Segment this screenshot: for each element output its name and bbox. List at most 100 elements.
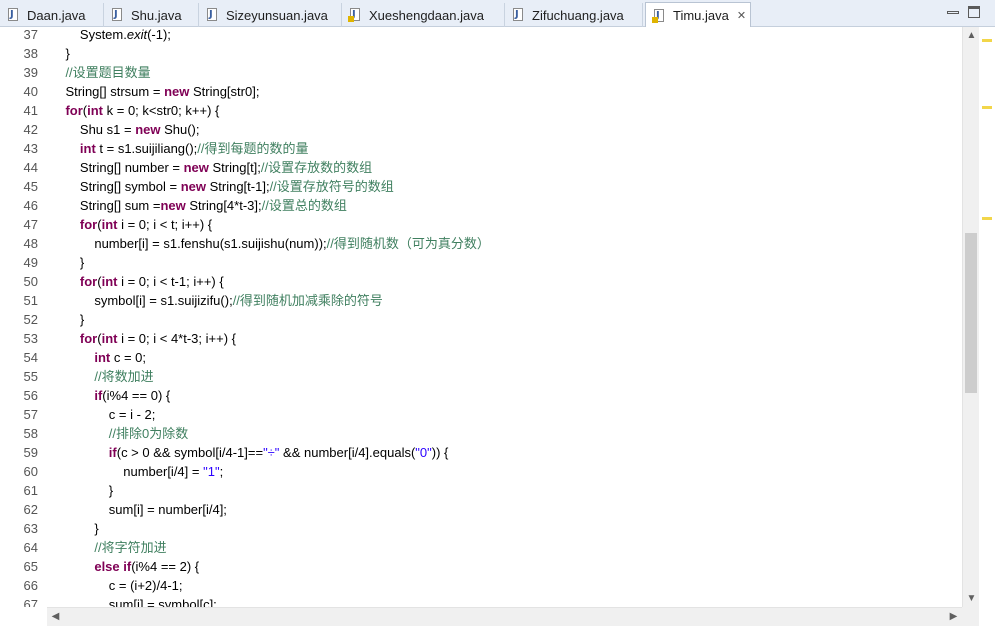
code-token: (i%4 == 0) { [102,388,171,403]
code-text: for(int i = 0; i < t; i++) { [51,215,212,234]
code-text: //排除0为除数 [51,424,188,443]
tab-daan[interactable]: J Daan.java [0,3,104,27]
code-token: //得到每题的数的量 [197,141,309,156]
code-token: int [51,350,111,365]
code-text: int t = s1.suijiliang();//得到每题的数的量 [51,139,309,158]
close-icon[interactable]: ✕ [737,9,746,22]
code-text: number[i] = s1.fenshu(s1.suijishu(num));… [51,234,490,253]
code-token: t = s1.suijiliang(); [95,141,198,156]
tab-timu[interactable]: J Timu.java ✕ [645,2,751,28]
line-number: 37 [23,27,38,42]
line-number: 51 [23,293,38,308]
code-token: //设置存放数的数组 [260,160,373,175]
tab-label: Sizeyunsuan.java [226,7,328,23]
code-token: sum[i] = symbol[c]; [51,597,217,607]
code-text: for(int i = 0; i < t-1; i++) { [51,272,224,291]
code-token: k = 0; k<str0; k++) { [103,103,220,118]
code-token: //得到随机加减乘除的符号 [232,293,383,308]
code-token: else if [51,559,132,574]
code-text: symbol[i] = s1.suijizifu();//得到随机加减乘除的符号 [51,291,383,310]
line-number: 38 [23,46,38,61]
scroll-up-icon[interactable]: ▲ [963,27,980,44]
line-number: 65 [23,559,38,574]
minimize-icon[interactable] [947,11,959,14]
code-token: new [164,84,190,99]
code-token: ; [219,464,224,479]
tab-shu[interactable]: J Shu.java [104,3,199,27]
code-token: sum[i] = number[i/4]; [51,502,227,517]
code-token: //排除0为除数 [51,426,189,441]
code-text: //将数加进 [51,367,154,386]
code-token: Shu s1 = [51,122,136,137]
code-text: } [51,481,113,500]
code-text: c = i - 2; [51,405,156,424]
overview-ruler [979,27,995,626]
code-token: Shu(); [160,122,200,137]
line-number: 50 [23,274,38,289]
code-token: symbol[i] = s1.suijizifu(); [51,293,233,308]
horizontal-scrollbar[interactable]: ◀ ▶ [47,607,962,626]
line-number: 53 [23,331,38,346]
code-text: for(int i = 0; i < 4*t-3; i++) { [51,329,236,348]
tab-sizeyunsuan[interactable]: J Sizeyunsuan.java [199,3,342,27]
line-number: 49 [23,255,38,270]
line-number: 58 [23,426,38,441]
java-file-icon: J [652,8,666,23]
vertical-scrollbar[interactable]: ▲ ▼ [962,27,979,607]
java-file-icon: J [207,8,219,22]
tab-label: Zifuchuang.java [532,7,624,23]
line-number: 67 [23,597,38,607]
code-text: String[] sum =new String[4*t-3];//设置总的数组 [51,196,347,215]
line-number: 46 [23,198,38,213]
code-token: i = 0; i < 4*t-3; i++) { [117,331,236,346]
code-text: sum[i] = symbol[c]; [51,595,217,607]
code-text: number[i/4] = "1"; [51,462,223,481]
code-token: //将数加进 [51,369,154,384]
line-number: 56 [23,388,38,403]
code-token: c = (i+2)/4-1; [51,578,183,593]
code-token: c = i - 2; [51,407,156,422]
maximize-icon[interactable] [968,6,980,18]
warning-marker[interactable] [982,106,992,109]
code-token: new [180,179,206,194]
code-token: int [101,217,118,232]
code-text: String[] number = new String[t];//设置存放数的… [51,158,372,177]
code-token: i = 0; i < t-1; i++) { [117,274,224,289]
code-text: else if(i%4 == 2) { [51,557,199,576]
line-number: 39 [23,65,38,80]
scroll-right-icon[interactable]: ▶ [945,608,962,626]
code-token: for [51,274,98,289]
tab-zifuchuang[interactable]: J Zifuchuang.java [505,3,643,27]
tab-xueshengdaan[interactable]: J Xueshengdaan.java [342,3,505,27]
line-number: 42 [23,122,38,137]
code-token: c = 0; [110,350,147,365]
scroll-down-icon[interactable]: ▼ [963,590,980,607]
code-text: } [51,44,69,63]
warning-marker[interactable] [982,217,992,220]
scrollbar-corner [962,607,979,626]
code-text: if(c > 0 && symbol[i/4-1]=="÷" && number… [51,443,449,462]
code-editor[interactable]: 37 System.exit(-1); 38 } 39 //设置题目数量 40 Str… [0,27,962,607]
code-token: //设置题目数量 [51,65,151,80]
code-token: if [51,445,117,460]
code-token: //得到随机数（可为真分数） [326,236,490,251]
code-token: "1" [203,464,220,479]
line-number: 61 [23,483,38,498]
line-number: 57 [23,407,38,422]
code-token: )) { [431,445,449,460]
code-token: exit [126,27,148,42]
warning-marker[interactable] [982,39,992,42]
tab-label: Timu.java [673,8,729,23]
code-text: String[] strsum = new String[str0]; [51,82,259,101]
code-token: //设置存放符号的数组 [269,179,394,194]
line-number: 66 [23,578,38,593]
scrollbar-thumb[interactable] [965,233,977,393]
code-token: String[] number = [51,160,184,175]
code-token: "÷" [263,445,280,460]
tab-label: Xueshengdaan.java [369,7,484,23]
code-token: number[i/4] = [51,464,204,479]
line-number: 47 [23,217,38,232]
scroll-left-icon[interactable]: ◀ [47,608,64,626]
code-token: for [51,331,98,346]
warning-icon [652,16,658,23]
